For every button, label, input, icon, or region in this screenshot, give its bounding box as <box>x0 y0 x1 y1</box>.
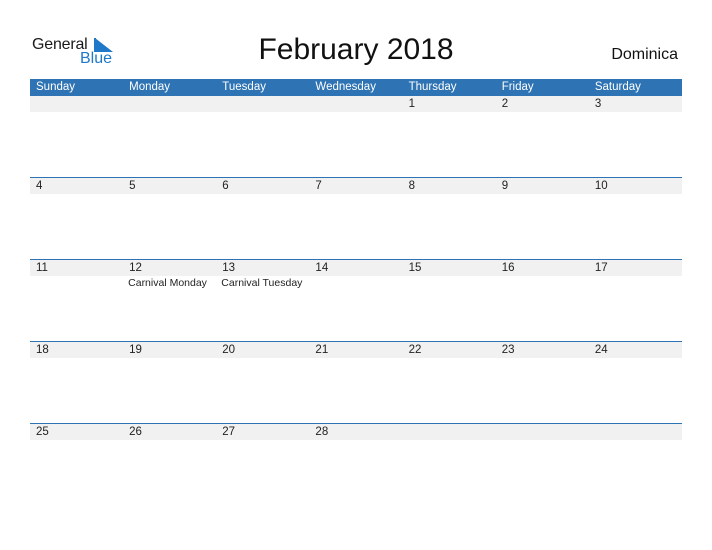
day-number: 23 <box>501 344 515 356</box>
weekday-saturday: Saturday <box>594 81 641 93</box>
day-number: 13 <box>222 262 236 274</box>
week-row: 4 5 6 7 8 9 10 <box>30 177 682 259</box>
week-row: 1 2 3 <box>30 96 682 177</box>
weekday-wednesday: Wednesday <box>315 81 376 93</box>
day-number: 26 <box>129 426 142 438</box>
week-row: 11 12 13 14 15 16 17 Carnival Monday Carnival Tu… <box>30 259 682 341</box>
weekday-monday: Monday <box>129 81 171 93</box>
day-number: 10 <box>594 180 608 192</box>
day-number: 27 <box>222 426 236 438</box>
day-number: 19 <box>129 344 142 356</box>
day-number: 8 <box>408 180 415 192</box>
date-strip: 11 12 13 14 15 16 17 <box>30 260 682 276</box>
day-number: 24 <box>594 344 608 356</box>
date-strip: 25 26 27 28 <box>30 424 682 440</box>
day-number <box>496 424 589 440</box>
day-number: 14 <box>315 262 329 274</box>
holiday-label <box>309 276 402 290</box>
day-number: 12 <box>129 262 142 274</box>
week-row: 25 26 27 28 <box>30 423 682 505</box>
date-strip: 1 2 3 <box>30 96 682 112</box>
day-number: 2 <box>501 98 509 110</box>
day-number: 6 <box>222 180 229 192</box>
day-number: 15 <box>408 262 422 274</box>
day-number <box>309 96 402 112</box>
date-strip: 4 5 6 7 8 9 10 <box>30 178 682 194</box>
day-number: 18 <box>36 344 49 356</box>
day-number <box>589 424 682 440</box>
holiday-label <box>589 276 682 290</box>
date-strip: 18 19 20 21 22 23 24 <box>30 342 682 358</box>
day-number <box>123 96 216 112</box>
week-row: 18 19 20 21 22 23 24 <box>30 341 682 423</box>
weekday-header: Sunday Monday Tuesday Wednesday Thursday… <box>30 79 682 96</box>
day-number: 28 <box>315 426 329 438</box>
day-number: 4 <box>36 180 43 192</box>
day-number: 20 <box>222 344 236 356</box>
events-row: Carnival Monday Carnival Tuesday <box>30 276 682 290</box>
day-number: 9 <box>501 180 509 192</box>
holiday-label: Carnival Monday <box>128 277 207 289</box>
holiday-label <box>496 276 589 290</box>
day-number: 7 <box>315 180 322 192</box>
day-number <box>216 96 309 112</box>
country-label: Dominica <box>611 46 678 63</box>
day-number: 21 <box>315 344 329 356</box>
weekday-thursday: Thursday <box>408 81 457 93</box>
day-number <box>30 96 123 112</box>
holiday-label: Carnival Tuesday <box>221 277 303 289</box>
day-number: 3 <box>594 98 602 110</box>
weekday-friday: Friday <box>501 81 534 93</box>
holiday-label <box>403 276 496 290</box>
calendar-grid: Sunday Monday Tuesday Wednesday Thursday… <box>30 79 682 505</box>
day-number: 25 <box>36 426 49 438</box>
page-title: February 2018 <box>258 33 454 66</box>
holiday-label <box>30 276 123 290</box>
day-number: 11 <box>36 262 48 274</box>
day-number: 1 <box>408 98 415 110</box>
weekday-sunday: Sunday <box>36 81 76 93</box>
day-number: 5 <box>129 180 136 192</box>
day-number: 17 <box>594 262 608 274</box>
day-number: 22 <box>408 344 422 356</box>
weekday-tuesday: Tuesday <box>222 81 266 93</box>
day-number: 16 <box>501 262 515 274</box>
day-number <box>403 424 496 440</box>
